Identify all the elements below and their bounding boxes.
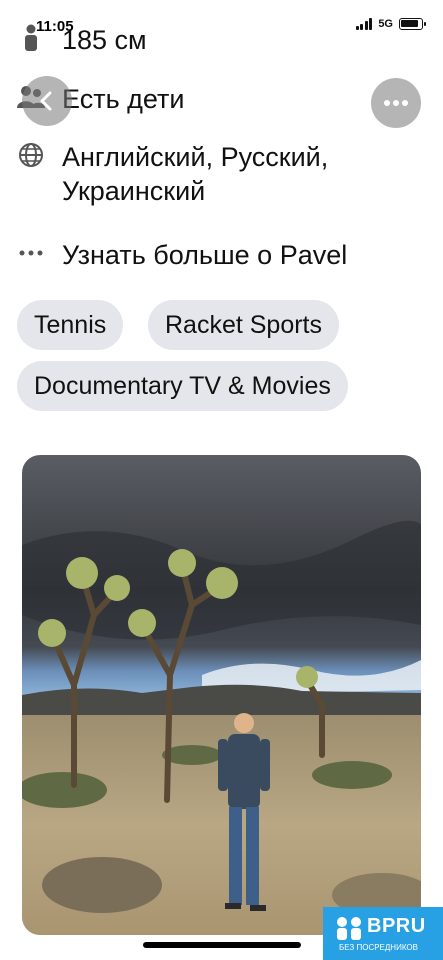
more-dots-icon bbox=[16, 238, 46, 268]
chevron-left-icon bbox=[40, 91, 52, 111]
back-button[interactable] bbox=[22, 76, 72, 126]
status-icons: 5G bbox=[355, 18, 426, 30]
learn-more-row[interactable]: Узнать больше о Pavel bbox=[16, 238, 427, 272]
interest-chip-documentary[interactable]: Documentary TV & Movies bbox=[17, 361, 348, 411]
bpru-watermark: BPRU БЕЗ ПОСРЕДНИКОВ bbox=[323, 907, 443, 960]
watermark-brand: BPRU bbox=[367, 915, 426, 937]
ellipsis-icon bbox=[384, 100, 408, 106]
status-time: 11:05 bbox=[36, 18, 74, 35]
network-label: 5G bbox=[378, 18, 393, 30]
globe-icon bbox=[16, 140, 46, 170]
signal-icon bbox=[355, 18, 373, 30]
languages-text: Английский, Русский, Украинский bbox=[62, 142, 329, 206]
interest-chip-racket-sports[interactable]: Racket Sports bbox=[148, 300, 340, 350]
profile-photo[interactable] bbox=[22, 455, 421, 935]
home-indicator[interactable] bbox=[143, 942, 301, 948]
children-text: Есть дети bbox=[62, 84, 185, 114]
languages-row: Английский, Русский, Украинский bbox=[16, 140, 427, 208]
learn-more-link[interactable]: Узнать больше о Pavel bbox=[62, 238, 347, 272]
bpru-logo-icon bbox=[337, 917, 361, 940]
more-options-button[interactable] bbox=[371, 78, 421, 128]
status-bar: 11:05 5G bbox=[0, 0, 443, 56]
interest-chip-tennis[interactable]: Tennis bbox=[17, 300, 124, 350]
children-row: Есть дети bbox=[16, 82, 427, 116]
watermark-subtitle: БЕЗ ПОСРЕДНИКОВ bbox=[339, 943, 418, 952]
battery-icon bbox=[399, 18, 426, 30]
